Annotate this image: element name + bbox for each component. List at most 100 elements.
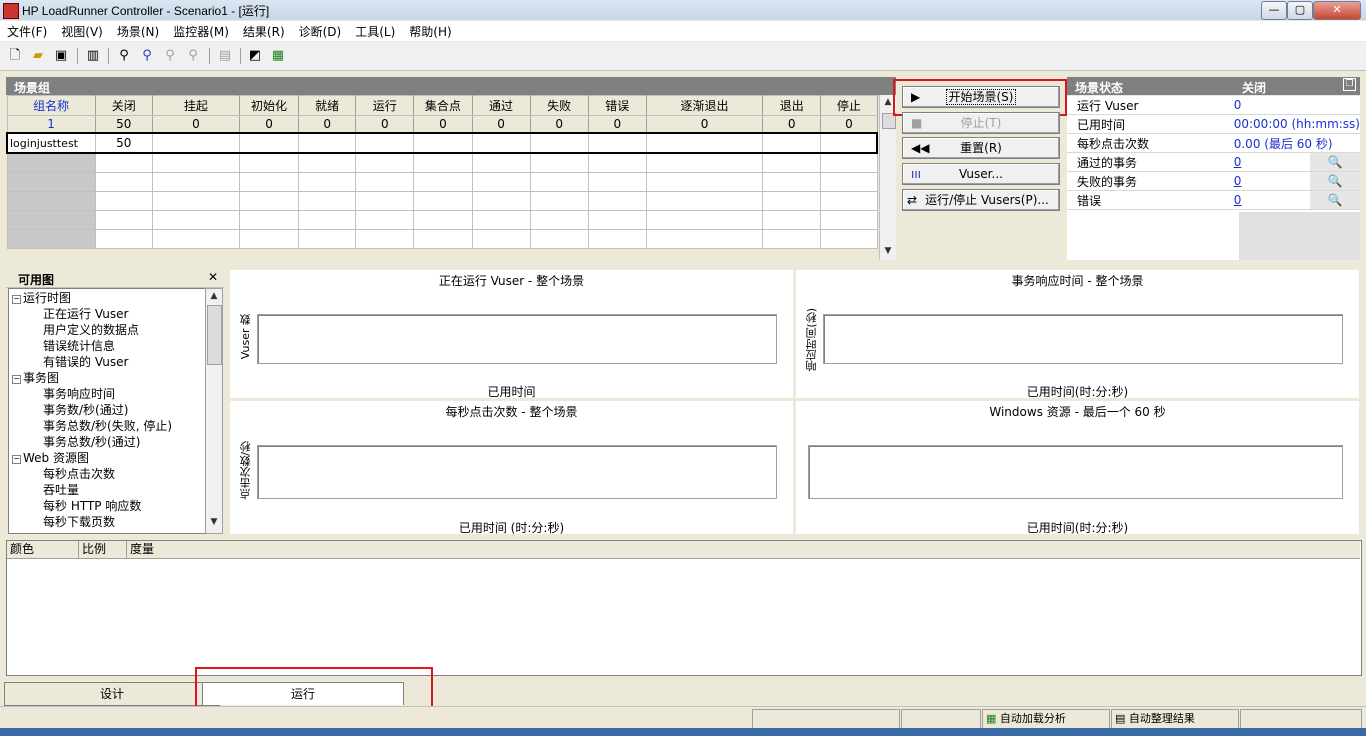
col-header-down[interactable]: 关闭 <box>94 95 153 116</box>
status-value-link[interactable]: 0 <box>1228 190 1311 210</box>
table-row[interactable] <box>6 229 878 249</box>
menu-help[interactable]: 帮助(H) <box>402 21 458 40</box>
table-cell[interactable] <box>94 152 153 173</box>
table-cell[interactable] <box>820 172 878 192</box>
group-icon[interactable]: ▥ <box>84 47 102 65</box>
vusers-button[interactable]: ııı Vuser... <box>902 163 1060 185</box>
table-cell[interactable] <box>587 191 647 211</box>
table-cell[interactable] <box>762 210 822 230</box>
scroll-up-icon[interactable]: ▲ <box>206 291 222 301</box>
table-cell[interactable] <box>529 172 589 192</box>
tree-item[interactable]: 每秒下载页数 <box>43 513 115 530</box>
status-value[interactable]: 0 <box>1234 155 1242 169</box>
graph-tree-scrollbar[interactable]: ▲ ▼ <box>205 288 223 534</box>
run-stop-vusers-button[interactable]: ⇄ 运行/停止 Vusers(P)... <box>902 189 1060 211</box>
tree-item[interactable]: 事务响应时间 <box>43 385 115 402</box>
col-header-init[interactable]: 初始化 <box>238 95 300 116</box>
table-cell[interactable] <box>6 229 96 249</box>
tree-item[interactable]: 事务总数/秒(通过) <box>43 433 140 450</box>
table-cell[interactable] <box>471 191 531 211</box>
status-value[interactable]: 0 <box>1234 193 1242 207</box>
table-cell[interactable] <box>762 152 822 173</box>
collapse-icon[interactable]: − <box>12 375 21 384</box>
table-row[interactable] <box>6 210 878 230</box>
table-cell[interactable] <box>529 210 589 230</box>
scroll-down-icon[interactable]: ▼ <box>880 246 896 256</box>
table-cell[interactable] <box>94 191 153 211</box>
table-cell[interactable] <box>587 152 647 173</box>
table-cell[interactable] <box>645 172 764 192</box>
graph-pane-running-vusers[interactable]: 正在运行 Vuser - 整个场景 Vuser 数 已用时间 <box>230 270 793 399</box>
menu-monitors[interactable]: 监控器(M) <box>166 21 236 40</box>
col-header-error[interactable]: 错误 <box>587 95 647 116</box>
table-cell[interactable] <box>820 210 878 230</box>
tree-item[interactable]: 吞吐量 <box>43 481 79 498</box>
status-value-link[interactable]: 0 <box>1228 171 1311 191</box>
table-cell[interactable] <box>413 172 473 192</box>
magnifier-icon[interactable]: 🔍 <box>1310 171 1360 191</box>
results-icon[interactable]: ▦ <box>269 47 287 65</box>
tree-item[interactable]: 错误统计信息 <box>43 337 115 354</box>
table-cell[interactable] <box>413 191 473 211</box>
table-cell[interactable] <box>238 152 300 173</box>
table-cell[interactable] <box>645 152 764 173</box>
table-cell[interactable] <box>471 152 531 173</box>
table-cell[interactable] <box>238 210 300 230</box>
run-vuser-icon[interactable]: ⚲ <box>115 47 133 65</box>
table-cell[interactable] <box>820 191 878 211</box>
table-cell[interactable] <box>820 132 879 154</box>
tree-item[interactable]: 每秒点击次数 <box>43 465 115 482</box>
table-cell[interactable] <box>471 229 531 249</box>
table-cell[interactable] <box>820 229 878 249</box>
table-cell[interactable] <box>94 210 153 230</box>
table-cell[interactable] <box>151 172 241 192</box>
table-cell[interactable] <box>645 210 764 230</box>
scroll-down-icon[interactable]: ▼ <box>206 517 222 527</box>
table-cell[interactable] <box>355 229 415 249</box>
col-header-pending[interactable]: 挂起 <box>151 95 241 116</box>
legend-col-scale[interactable]: 比例 <box>79 541 127 559</box>
col-header-gradual-exit[interactable]: 逐渐退出 <box>645 95 764 116</box>
table-cell[interactable] <box>6 191 96 211</box>
scenario-groups-scrollbar[interactable]: ▲ ▼ <box>879 95 896 260</box>
table-cell[interactable] <box>238 191 300 211</box>
table-cell[interactable] <box>298 152 357 173</box>
table-cell[interactable] <box>151 210 241 230</box>
gradual-run-icon[interactable]: ⚲ <box>138 47 156 65</box>
table-cell[interactable] <box>298 172 357 192</box>
tree-item[interactable]: 有错误的 Vuser <box>43 353 128 370</box>
table-cell[interactable] <box>6 152 96 173</box>
table-cell[interactable] <box>355 191 415 211</box>
table-cell[interactable] <box>151 152 241 173</box>
table-cell[interactable] <box>238 229 300 249</box>
tree-category[interactable]: − 运行时图 <box>12 289 71 306</box>
collapse-icon[interactable]: − <box>12 295 21 304</box>
table-cell[interactable] <box>645 191 764 211</box>
table-cell[interactable] <box>529 229 589 249</box>
table-row[interactable] <box>6 172 878 192</box>
auto-collate-results[interactable]: ▤ 自动整理结果 <box>1111 709 1239 729</box>
menu-results[interactable]: 结果(R) <box>236 21 292 40</box>
graph-pane-windows-resources[interactable]: Windows 资源 - 最后一个 60 秒 已用时间(时:分:秒) <box>796 401 1359 535</box>
legend-col-color[interactable]: 颜色 <box>7 541 79 559</box>
tree-item[interactable]: 正在运行 Vuser <box>43 305 128 322</box>
table-cell[interactable] <box>413 229 473 249</box>
table-cell[interactable] <box>587 229 647 249</box>
tree-item[interactable]: 事务总数/秒(失败, 停止) <box>43 417 172 434</box>
magnifier-icon[interactable]: 🔍 <box>1310 152 1360 172</box>
status-value[interactable]: 0 <box>1234 174 1242 188</box>
table-cell[interactable] <box>762 229 822 249</box>
table-cell[interactable] <box>587 210 647 230</box>
table-cell[interactable] <box>298 191 357 211</box>
table-cell[interactable] <box>238 132 300 154</box>
table-cell[interactable] <box>471 210 531 230</box>
minimize-button[interactable]: — <box>1261 1 1287 20</box>
analysis-icon[interactable]: ◩ <box>246 47 264 65</box>
table-cell[interactable] <box>355 172 415 192</box>
tab-design[interactable]: 设计 <box>4 682 220 706</box>
table-cell[interactable] <box>529 152 589 173</box>
menu-diagnostics[interactable]: 诊断(D) <box>292 21 349 40</box>
start-scenario-button[interactable]: ▶ 开始场景(S) <box>902 86 1060 108</box>
table-cell[interactable] <box>413 132 473 154</box>
maximize-button[interactable]: ▢ <box>1287 1 1313 20</box>
